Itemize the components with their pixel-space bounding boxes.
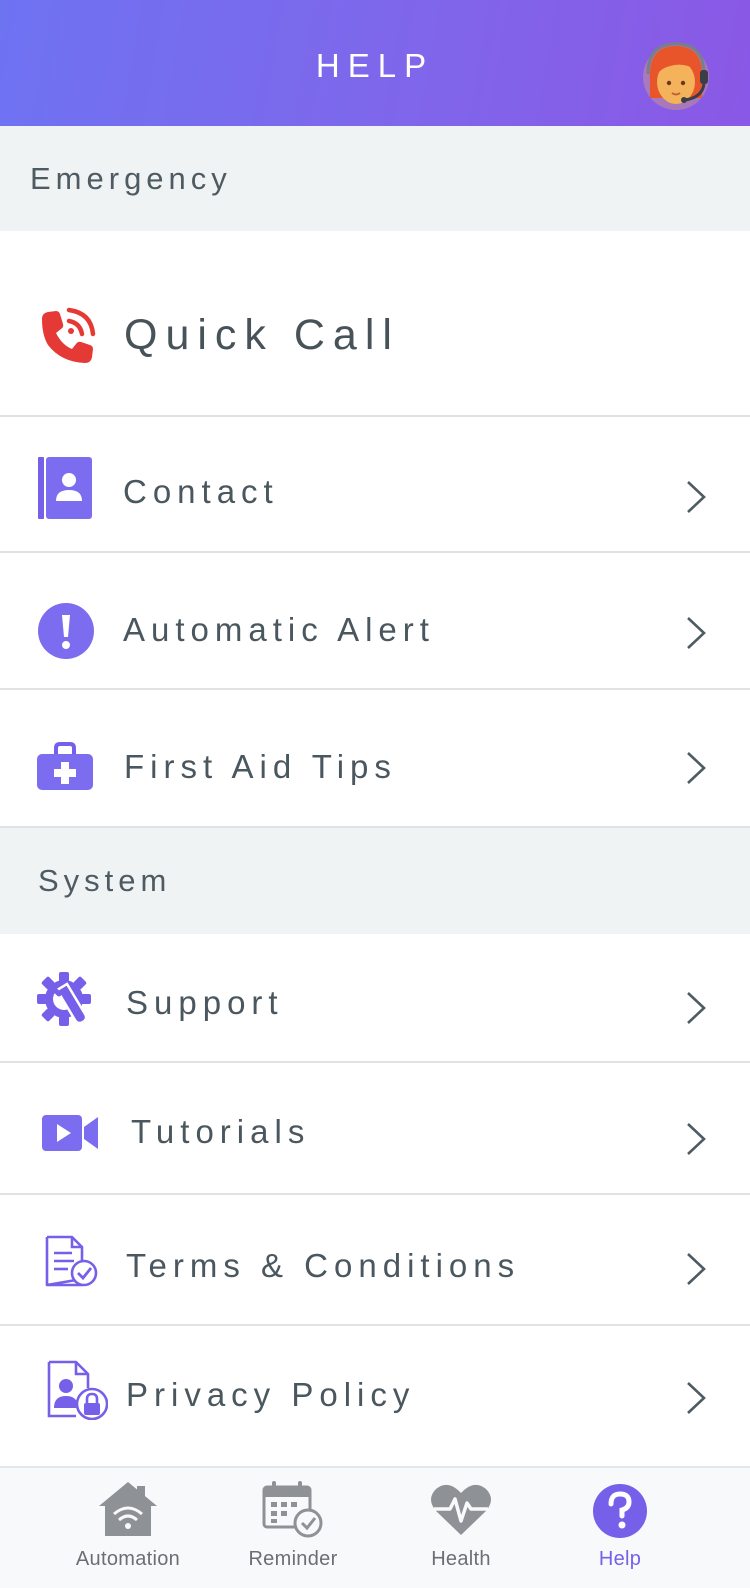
- tab-label: Health: [431, 1548, 491, 1570]
- tutorials-item[interactable]: Tutorials: [0, 1063, 750, 1195]
- video-camera-icon: [42, 1115, 100, 1151]
- chevron-right-icon: [687, 1382, 706, 1414]
- first-aid-tips-item[interactable]: First Aid Tips: [0, 690, 750, 828]
- tab-reminder[interactable]: Reminder: [223, 1478, 363, 1588]
- chevron-right-icon: [687, 1123, 706, 1155]
- chevron-right-icon: [687, 752, 706, 784]
- tab-help[interactable]: Help: [550, 1478, 690, 1588]
- chevron-right-icon: [687, 1253, 706, 1285]
- section-emergency: Emergency: [0, 126, 750, 231]
- calendar-check-icon: [260, 1478, 326, 1540]
- automatic-alert-item[interactable]: Automatic Alert: [0, 553, 750, 690]
- home-wifi-icon: [95, 1478, 161, 1540]
- phone-call-icon: [36, 307, 96, 367]
- alert-icon: [38, 603, 94, 659]
- chevron-right-icon: [687, 481, 706, 513]
- heart-pulse-icon: [428, 1478, 494, 1540]
- gear-wrench-icon: [37, 972, 93, 1028]
- help-screen: HELP Emergency Quick Call Contact Automa…: [0, 0, 750, 1588]
- support-item[interactable]: Support: [0, 934, 750, 1063]
- support-agent-icon[interactable]: [640, 40, 712, 112]
- bottom-tab-bar: Automation Reminder Health Help: [0, 1466, 750, 1588]
- automatic-alert-label: Automatic Alert: [123, 611, 435, 648]
- first-aid-tips-label: First Aid Tips: [124, 748, 397, 785]
- privacy-policy-label: Privacy Policy: [126, 1376, 416, 1413]
- section-title: Emergency: [30, 160, 232, 196]
- terms-conditions-label: Terms & Conditions: [126, 1247, 521, 1284]
- first-aid-kit-icon: [37, 742, 93, 790]
- tab-health[interactable]: Health: [391, 1478, 531, 1588]
- tab-automation[interactable]: Automation: [58, 1478, 198, 1588]
- privacy-policy-item[interactable]: Privacy Policy: [0, 1326, 750, 1466]
- tab-label: Automation: [75, 1548, 181, 1570]
- support-label: Support: [126, 984, 284, 1021]
- section-title: System: [38, 863, 172, 898]
- contact-label: Contact: [123, 473, 279, 510]
- tab-label: Reminder: [248, 1548, 338, 1570]
- contact-item[interactable]: Contact: [0, 417, 750, 553]
- quick-call-button[interactable]: Quick Call: [0, 231, 750, 417]
- tab-label: Help: [598, 1548, 642, 1570]
- chevron-right-icon: [687, 992, 706, 1024]
- terms-conditions-item[interactable]: Terms & Conditions: [0, 1195, 750, 1326]
- question-mark-icon: [587, 1478, 653, 1540]
- app-header: HELP: [0, 0, 750, 126]
- quick-call-label: Quick Call: [124, 311, 400, 359]
- section-system: System: [0, 828, 750, 934]
- document-check-icon: [44, 1235, 98, 1289]
- chevron-right-icon: [687, 617, 706, 649]
- document-lock-icon: [46, 1360, 108, 1420]
- contact-book-icon: [38, 457, 94, 519]
- page-title: HELP: [315, 47, 435, 84]
- tutorials-label: Tutorials: [131, 1113, 311, 1150]
